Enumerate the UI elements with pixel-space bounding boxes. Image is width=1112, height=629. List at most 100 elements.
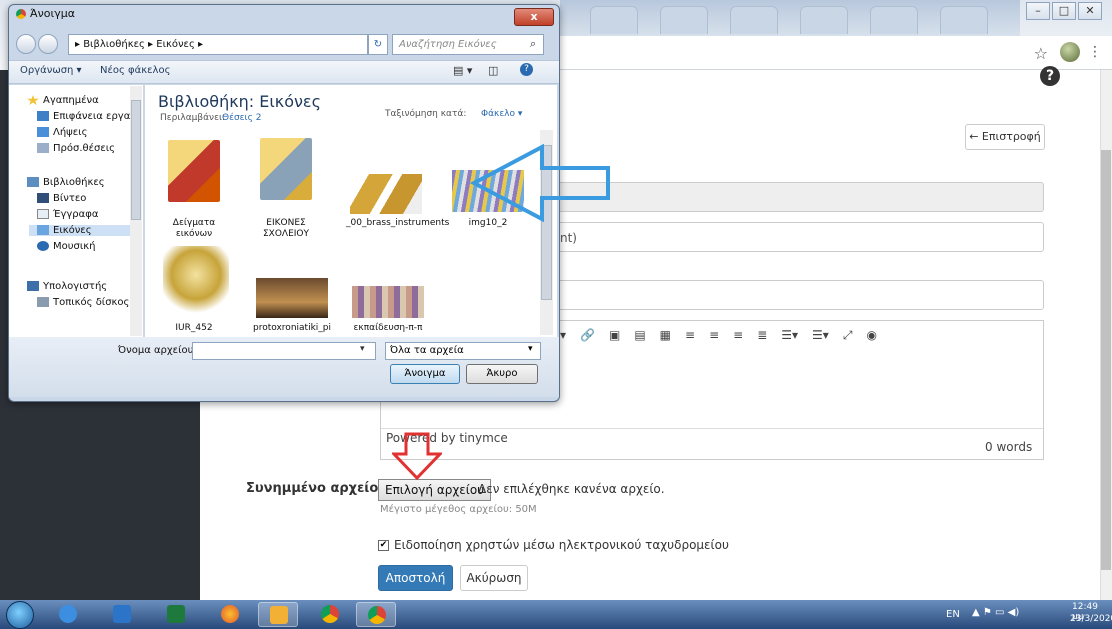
nav-favorites[interactable]: Αγαπημένα [27, 95, 145, 106]
align-left-icon[interactable]: ≡ [685, 328, 695, 342]
link-icon[interactable]: 🔗 [580, 328, 595, 342]
align-center-icon[interactable]: ≡ [709, 328, 719, 342]
back-button[interactable]: ← Επιστροφή [965, 124, 1045, 150]
nav-favorites-label: Αγαπημένα [43, 95, 99, 106]
minimize-button[interactable]: – [1026, 2, 1050, 20]
file-item[interactable] [168, 140, 220, 202]
browser-tab[interactable] [590, 6, 638, 34]
folder-icon [168, 140, 220, 202]
computer-icon [27, 281, 39, 291]
tray-icons[interactable]: ▲ ⚑ ▭ ◀) [972, 607, 1019, 618]
nav-libraries-label: Βιβλιοθήκες [43, 177, 105, 188]
sort-dropdown[interactable]: Φάκελο ▾ [481, 109, 522, 119]
outlook-taskbar-item[interactable] [258, 602, 298, 627]
attachment-label: Συνημμένο αρχείο: [246, 481, 384, 496]
fullscreen-icon[interactable]: ⤢ [843, 328, 853, 343]
library-locations-link[interactable]: Θέσεις 2 [222, 113, 261, 123]
sort-label: Ταξινόμηση κατά: [385, 109, 467, 119]
address-bar[interactable] [560, 36, 1112, 70]
dialog-help-icon[interactable]: ? [520, 63, 533, 76]
chrome-icon [321, 605, 339, 623]
file-type-select[interactable]: Όλα τα αρχεία [385, 342, 541, 360]
editor-toolbar: ▾ 🔗 ▣ ▤ ▦ ≡ ≡ ≡ ≣ ☰▾ ☰▾ ⤢ ◉ [560, 324, 877, 346]
forward-arrow-icon[interactable] [38, 34, 58, 54]
filename-dropdown-icon[interactable]: ▾ [360, 344, 365, 354]
downloads-icon [37, 127, 49, 137]
nav-pictures[interactable]: Εικόνες [29, 225, 141, 236]
bookmark-star-icon[interactable]: ☆ [1034, 44, 1048, 63]
table-icon[interactable]: ▦ [660, 328, 671, 342]
align-right-icon[interactable]: ≡ [733, 328, 743, 342]
editor-word-count: 0 words [985, 440, 1033, 454]
browser-menu-icon[interactable]: ⋮ [1088, 44, 1102, 60]
send-button[interactable]: Αποστολή [378, 565, 453, 591]
preview-pane-icon[interactable]: ◫ [488, 64, 498, 77]
dialog-title: Άνοιγμα [30, 7, 75, 20]
start-button[interactable] [6, 601, 34, 629]
back-arrow-icon[interactable] [16, 34, 36, 54]
dialog-search-input[interactable]: Αναζήτηση Εικόνες [392, 34, 544, 55]
desktop-icon [37, 111, 49, 121]
ie-icon [59, 605, 77, 623]
dialog-toolbar [9, 60, 559, 84]
ie-taskbar-item[interactable] [48, 602, 88, 627]
refresh-icon[interactable]: ↻ [368, 34, 388, 55]
notify-label[interactable]: Ειδοποίηση χρηστών μέσω ηλεκτρονικού ταχ… [394, 538, 729, 552]
no-file-text: Δεν επιλέχθηκε κανένα αρχείο. [478, 482, 665, 496]
music-icon [37, 241, 49, 251]
dialog-cancel-button[interactable]: Άκυρο [466, 364, 538, 384]
media-icon[interactable]: ▤ [634, 328, 645, 342]
file-item[interactable] [352, 286, 424, 318]
file-label: εκπαίδευση-π-π [353, 323, 423, 333]
browser-tab[interactable] [800, 6, 848, 34]
excel-taskbar-item[interactable] [156, 602, 196, 627]
dialog-breadcrumb[interactable]: ▸ Βιβλιοθήκες ▸ Εικόνες ▸ [68, 34, 368, 55]
dropdown-chevron-icon[interactable]: ▾ [560, 328, 566, 342]
image-icon[interactable]: ▣ [609, 328, 620, 342]
profile-avatar[interactable] [1060, 42, 1080, 62]
choose-file-button[interactable]: Επιλογή αρχείου [378, 479, 492, 501]
file-label: _00_brass_instruments [346, 218, 450, 228]
file-label: ΕΙΚΟΝΕΣ ΣΧΟΛΕΙΟΥ [262, 218, 309, 239]
explorer-taskbar-item[interactable] [102, 602, 142, 627]
red-arrow-annotation [392, 432, 442, 480]
maximize-button[interactable]: □ [1052, 2, 1076, 20]
cancel-button[interactable]: Ακύρωση [460, 565, 528, 591]
page-scroll-thumb[interactable] [1101, 150, 1111, 570]
firefox-taskbar-item[interactable] [210, 602, 250, 627]
language-indicator[interactable]: EN [946, 609, 960, 620]
recent-places-icon [37, 143, 49, 153]
file-item[interactable] [256, 278, 328, 318]
notify-checkbox[interactable]: ✔ [378, 540, 389, 551]
numbered-list-icon[interactable]: ☰▾ [812, 328, 829, 342]
file-item[interactable] [163, 246, 229, 318]
browser-tab[interactable] [870, 6, 918, 34]
views-icon[interactable]: ▤ ▾ [453, 64, 472, 77]
open-button[interactable]: Άνοιγμα [390, 364, 460, 384]
nav-music-label: Μουσική [53, 241, 96, 252]
bullet-list-icon[interactable]: ☰▾ [781, 328, 798, 342]
browser-tab[interactable] [730, 6, 778, 34]
new-folder-button[interactable]: Νέος φάκελος [100, 65, 170, 76]
filename-input[interactable] [192, 342, 376, 360]
nav-desktop-label: Επιφάνεια εργασ [53, 111, 137, 122]
nav-computer[interactable]: Υπολογιστής [27, 281, 145, 292]
browser-tab[interactable] [660, 6, 708, 34]
chrome-taskbar-item[interactable] [310, 602, 350, 627]
nav-documents-label: Έγγραφα [53, 209, 99, 220]
browser-tab[interactable] [940, 6, 988, 34]
chrome-active-taskbar-item[interactable] [356, 602, 396, 627]
preview-icon[interactable]: ◉ [866, 328, 876, 342]
clock-date[interactable]: 23/3/2020 [1070, 614, 1112, 624]
dialog-close-button[interactable]: x [514, 8, 554, 26]
nav-scroll-thumb[interactable] [131, 100, 141, 220]
file-item[interactable] [260, 138, 312, 200]
help-icon[interactable]: ? [1040, 66, 1060, 86]
search-icon[interactable]: ⌕ [530, 37, 536, 51]
file-type-dropdown-icon[interactable]: ▾ [528, 344, 533, 354]
align-justify-icon[interactable]: ≣ [757, 328, 767, 342]
organize-menu[interactable]: Οργάνωση ▾ [20, 65, 82, 76]
nav-libraries[interactable]: Βιβλιοθήκες [27, 177, 145, 188]
window-close-button[interactable]: ✕ [1078, 2, 1102, 20]
file-item[interactable] [350, 174, 422, 214]
